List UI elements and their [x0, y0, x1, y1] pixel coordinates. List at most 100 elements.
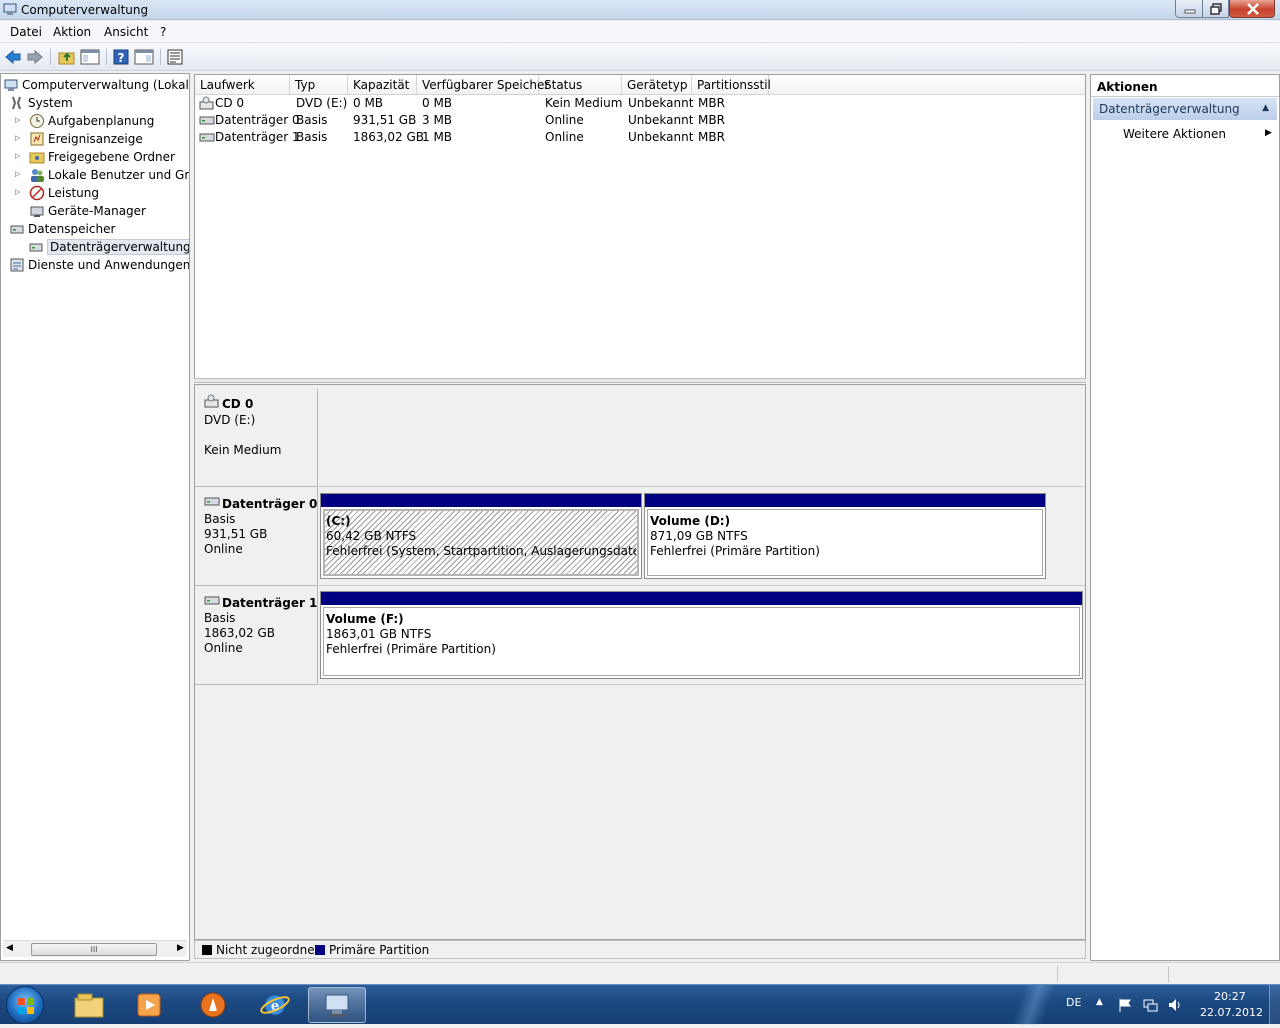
- column-partitionsstil[interactable]: Partitionsstil: [692, 75, 771, 95]
- tree-item-datentraegerverwaltung[interactable]: Datenträgerverwaltung: [28, 238, 189, 256]
- partition-status: Fehlerfrei (Primäre Partition): [650, 544, 820, 558]
- menu-ansicht[interactable]: Ansicht: [104, 25, 148, 39]
- expand-icon[interactable]: ▷: [15, 152, 20, 160]
- properties-icon: [167, 49, 183, 65]
- language-indicator[interactable]: DE: [1066, 996, 1081, 1009]
- submenu-arrow-icon[interactable]: ▶: [1265, 128, 1272, 138]
- taskbar-internet-explorer[interactable]: e: [246, 987, 304, 1023]
- up-folder-button[interactable]: [56, 47, 78, 67]
- tree-root[interactable]: Computerverwaltung (Lokal): [3, 76, 189, 94]
- expand-icon[interactable]: ▷: [15, 188, 20, 196]
- show-hide-action-pane-button[interactable]: [133, 47, 155, 67]
- column-geraetetyp[interactable]: Gerätetyp: [622, 75, 692, 95]
- cell-status: Kein Medium: [545, 96, 623, 110]
- tree-item-label: Geräte-Manager: [48, 204, 146, 218]
- restore-button[interactable]: [1202, 0, 1229, 18]
- scroll-right-icon[interactable]: ▶: [177, 943, 184, 953]
- show-hide-tree-icon: [80, 49, 100, 65]
- tree-item-label: Aufgabenplanung: [48, 114, 155, 128]
- forward-button[interactable]: [24, 47, 46, 67]
- partition-f[interactable]: Volume (F:) 1863,01 GB NTFS Fehlerfrei (…: [320, 591, 1083, 679]
- actions-pane: Aktionen Datenträgerverwaltung ▲ Weitere…: [1090, 74, 1280, 961]
- show-hide-tree-button[interactable]: [79, 47, 101, 67]
- tree-item-aufgabenplanung[interactable]: ▷ Aufgabenplanung: [15, 112, 154, 130]
- disk-type: Basis: [204, 512, 236, 526]
- network-icon[interactable]: [1142, 997, 1158, 1013]
- show-desktop-button[interactable]: [1269, 985, 1280, 1025]
- table-row[interactable]: Datenträger 0 Basis 931,51 GB 3 MB Onlin…: [195, 112, 1085, 129]
- column-kapazitaet[interactable]: Kapazität: [348, 75, 417, 95]
- help-icon: ?: [113, 49, 129, 65]
- volume-icon[interactable]: [1167, 997, 1183, 1013]
- hard-disk-icon: [204, 497, 220, 506]
- disk-size: 931,51 GB: [204, 527, 268, 541]
- scrollbar-thumb[interactable]: III: [31, 943, 157, 956]
- actions-section-header[interactable]: Datenträgerverwaltung ▲: [1093, 98, 1277, 120]
- taskbar-media-player[interactable]: [120, 987, 178, 1023]
- cell-geraetetyp: Unbekannt: [628, 113, 694, 127]
- tree-item-freigegebene-ordner[interactable]: ▷ Freigegebene Ordner: [15, 148, 175, 166]
- column-laufwerk[interactable]: Laufwerk: [195, 75, 290, 95]
- collapse-icon[interactable]: ▲: [1262, 103, 1269, 113]
- start-button[interactable]: [6, 986, 44, 1024]
- performance-icon: [29, 185, 45, 201]
- menu-datei[interactable]: Datei: [10, 25, 42, 39]
- disk-band-cd0: [319, 389, 1085, 487]
- expand-icon[interactable]: ▷: [15, 170, 20, 178]
- disk-band-disk0: (C:) 60,42 GB NTFS Fehlerfrei (System, S…: [319, 487, 1085, 586]
- taskbar-computer-management[interactable]: [308, 987, 366, 1023]
- tree-item-lokale-benutzer[interactable]: ▷ Lokale Benutzer und Gruppen: [15, 166, 189, 184]
- minimize-button[interactable]: [1175, 0, 1203, 18]
- tree-system-label: System: [28, 96, 73, 110]
- menu-aktion[interactable]: Aktion: [53, 25, 91, 39]
- tree-system[interactable]: System: [9, 94, 73, 112]
- table-row[interactable]: CD 0 DVD (E:) 0 MB 0 MB Kein Medium Unbe…: [195, 95, 1085, 112]
- back-button[interactable]: [2, 47, 24, 67]
- shared-folder-icon: [29, 149, 45, 165]
- disk-info-disk1[interactable]: Datenträger 1 Basis 1863,02 GB Online: [195, 586, 318, 685]
- expand-icon[interactable]: ▷: [15, 116, 20, 124]
- cell-laufwerk: CD 0: [215, 96, 245, 110]
- computer-management-icon: [3, 3, 17, 15]
- cell-kapazitaet: 0 MB: [353, 96, 384, 110]
- tree-horizontal-scrollbar[interactable]: ◀ III ▶: [3, 940, 187, 957]
- close-button[interactable]: [1229, 0, 1275, 18]
- tree-item-leistung[interactable]: ▷ Leistung: [15, 184, 99, 202]
- weitere-aktionen-item[interactable]: Weitere Aktionen: [1123, 127, 1226, 141]
- table-row[interactable]: Datenträger 1 Basis 1863,02 GB 1 MB Onli…: [195, 129, 1085, 146]
- taskbar-vlc[interactable]: [184, 987, 242, 1023]
- expand-icon[interactable]: ▷: [15, 134, 20, 142]
- tree-services[interactable]: Dienste und Anwendungen: [9, 256, 189, 274]
- services-icon: [9, 257, 25, 273]
- taskbar-explorer[interactable]: [60, 987, 118, 1023]
- disk-info-disk0[interactable]: Datenträger 0 Basis 931,51 GB Online: [195, 487, 318, 586]
- column-status[interactable]: Status: [539, 75, 622, 95]
- properties-button[interactable]: [164, 47, 186, 67]
- show-hide-action-pane-icon: [134, 49, 154, 65]
- pane-splitter[interactable]: [194, 378, 1086, 383]
- title-bar: Computerverwaltung: [0, 0, 1280, 20]
- tree-item-geraete-manager[interactable]: Geräte-Manager: [29, 202, 146, 220]
- tree-storage[interactable]: Datenspeicher: [9, 220, 115, 238]
- cell-partitionsstil: MBR: [698, 113, 725, 127]
- scroll-left-icon[interactable]: ◀: [6, 943, 13, 953]
- partition-d[interactable]: Volume (D:) 871,09 GB NTFS Fehlerfrei (P…: [644, 493, 1046, 579]
- taskbar: e DE ▲ 20:27 22.07.2012: [0, 984, 1280, 1025]
- disk-info-cd0[interactable]: CD 0 DVD (E:) Kein Medium: [195, 389, 318, 487]
- up-folder-icon: [58, 52, 75, 65]
- minimize-icon: [1184, 9, 1196, 14]
- clock-time[interactable]: 20:27: [1214, 990, 1246, 1003]
- clock-date[interactable]: 22.07.2012: [1200, 1006, 1263, 1019]
- toolbar-separator: [106, 49, 107, 65]
- vlc-icon: [200, 992, 226, 1018]
- column-verfuegbarer-speicher[interactable]: Verfügbarer Speicher: [417, 75, 549, 95]
- partition-c[interactable]: (C:) 60,42 GB NTFS Fehlerfrei (System, S…: [320, 493, 642, 579]
- menu-help[interactable]: ?: [160, 25, 166, 39]
- help-button[interactable]: ?: [110, 47, 132, 67]
- cell-partitionsstil: MBR: [698, 96, 725, 110]
- column-typ[interactable]: Typ: [290, 75, 348, 95]
- partition-size: 1863,01 GB NTFS: [326, 627, 432, 641]
- action-center-flag-icon[interactable]: [1117, 997, 1133, 1013]
- show-hidden-icons-icon[interactable]: ▲: [1096, 997, 1103, 1007]
- tree-item-ereignisanzeige[interactable]: ▷ Ereignisanzeige: [15, 130, 143, 148]
